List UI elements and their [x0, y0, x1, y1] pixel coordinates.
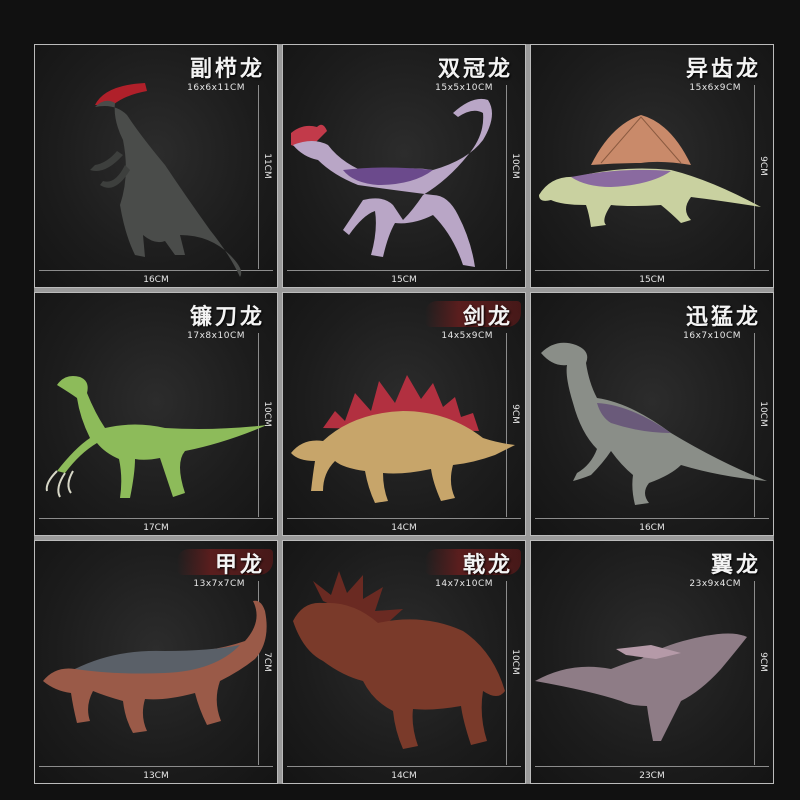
- width-label: 16CM: [639, 523, 665, 533]
- height-label: 7CM: [262, 652, 272, 672]
- product-dimensions: 23x9x4CM: [689, 579, 741, 589]
- product-card-ankylosaurus: 甲龙 13x7x7CM 7CM 13CM: [34, 540, 278, 784]
- height-label: 9CM: [758, 652, 768, 672]
- product-card-dilophosaurus: 双冠龙 15x5x10CM 10CM 15CM: [282, 44, 526, 288]
- height-label: 9CM: [510, 404, 520, 424]
- product-name: 迅猛龙: [685, 304, 761, 330]
- product-dimensions: 15x5x10CM: [435, 83, 493, 93]
- product-card-parasaurolophus: 副栉龙 16x6x11CM 11CM 16CM: [34, 44, 278, 288]
- product-dimensions: 16x7x10CM: [683, 331, 741, 341]
- product-dimensions: 14x5x9CM: [441, 331, 493, 341]
- product-card-pterosaur: 翼龙 23x9x4CM 9CM 23CM: [530, 540, 774, 784]
- product-card-velociraptor: 迅猛龙 16x7x10CM 10CM 16CM: [530, 292, 774, 536]
- width-label: 15CM: [639, 275, 665, 285]
- product-name: 甲龙: [214, 552, 265, 578]
- width-label: 13CM: [143, 771, 169, 781]
- height-label: 10CM: [758, 401, 768, 427]
- height-label: 10CM: [510, 153, 520, 179]
- height-label: 10CM: [262, 401, 272, 427]
- height-label: 10CM: [510, 649, 520, 675]
- product-dimensions: 14x7x10CM: [435, 579, 493, 589]
- product-dimensions: 17x8x10CM: [187, 331, 245, 341]
- height-label: 9CM: [758, 156, 768, 176]
- product-name: 双冠龙: [437, 56, 513, 82]
- product-dimensions: 16x6x11CM: [187, 83, 245, 93]
- product-name: 翼龙: [710, 552, 761, 578]
- product-card-stegosaurus: 剑龙 14x5x9CM 9CM 14CM: [282, 292, 526, 536]
- width-label: 16CM: [143, 275, 169, 285]
- product-card-dimetrodon: 异齿龙 15x6x9CM 9CM 15CM: [530, 44, 774, 288]
- width-label: 17CM: [143, 523, 169, 533]
- product-grid: 副栉龙 16x6x11CM 11CM 16CM 双冠龙 15x5x10CM 10…: [34, 44, 774, 784]
- width-label: 14CM: [391, 771, 417, 781]
- product-name: 异齿龙: [685, 56, 761, 82]
- product-card-styracosaurus: 戟龙 14x7x10CM 10CM 14CM: [282, 540, 526, 784]
- product-name: 戟龙: [462, 552, 513, 578]
- product-dimensions: 15x6x9CM: [689, 83, 741, 93]
- width-label: 14CM: [391, 523, 417, 533]
- height-label: 11CM: [262, 153, 272, 179]
- product-name: 副栉龙: [189, 56, 265, 82]
- product-card-therizinosaurus: 镰刀龙 17x8x10CM 10CM 17CM: [34, 292, 278, 536]
- width-label: 15CM: [391, 275, 417, 285]
- width-label: 23CM: [639, 771, 665, 781]
- product-dimensions: 13x7x7CM: [193, 579, 245, 589]
- product-name: 镰刀龙: [189, 304, 265, 330]
- product-name: 剑龙: [462, 304, 513, 330]
